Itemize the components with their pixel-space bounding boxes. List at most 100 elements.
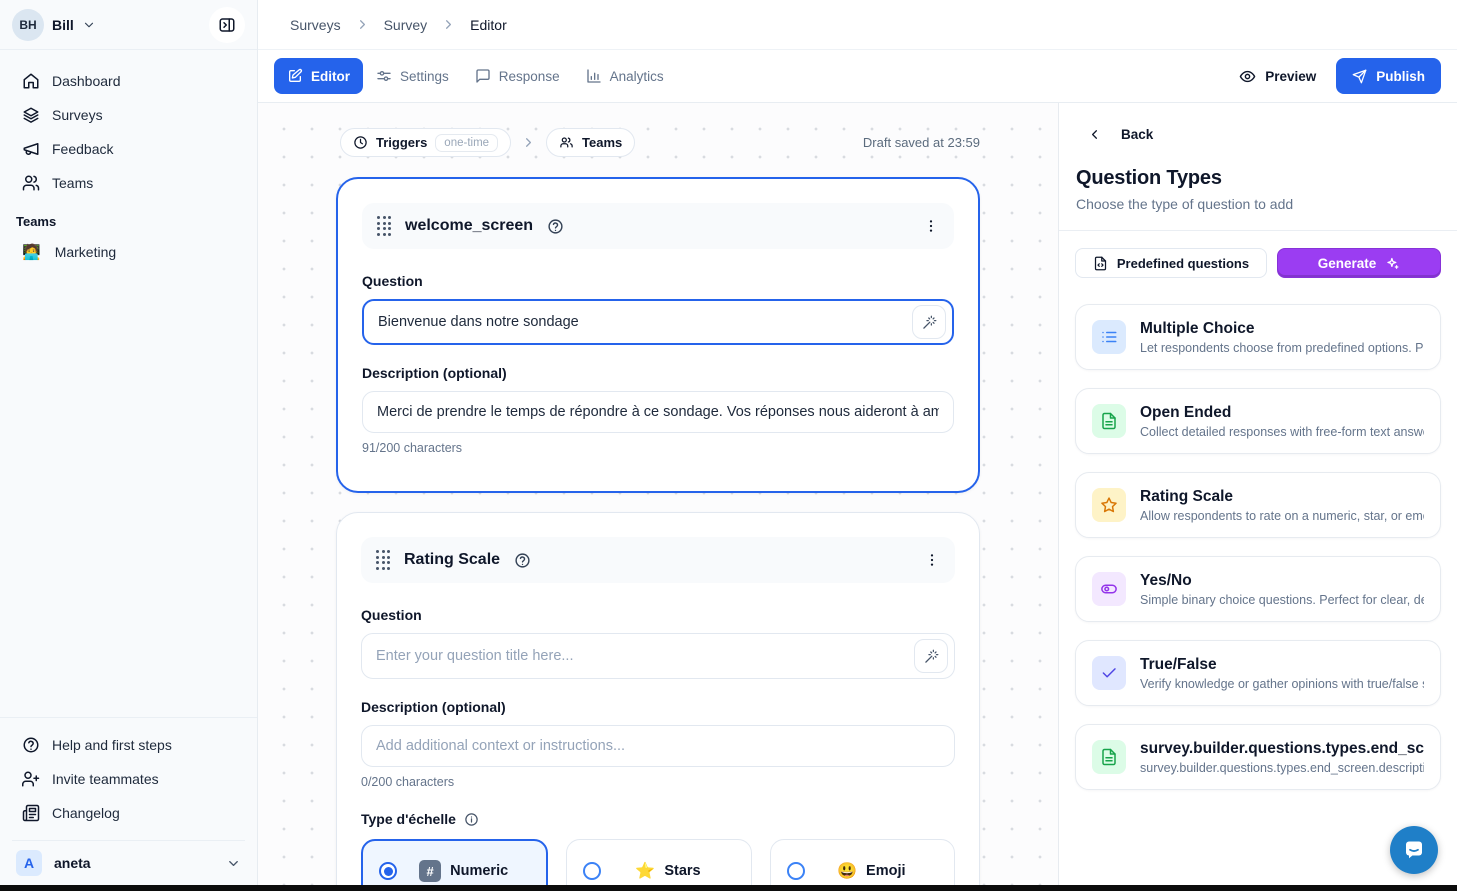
list-icon [1092, 320, 1126, 354]
sidebar-nav: Dashboard Surveys Feedback Teams [0, 50, 257, 200]
teams-pill-label: Teams [582, 135, 622, 150]
tab-editor[interactable]: Editor [274, 58, 363, 94]
back-label: Back [1121, 127, 1153, 142]
sidebar-collapse-button[interactable] [209, 7, 245, 43]
back-button[interactable]: Back [1075, 127, 1441, 142]
type-description: Simple binary choice questions. Perfect … [1140, 593, 1424, 607]
kebab-menu-icon[interactable] [923, 218, 939, 234]
teams-pill[interactable]: Teams [546, 128, 635, 157]
question-label: Question [362, 273, 954, 289]
home-icon [22, 72, 40, 90]
question-input[interactable] [366, 314, 912, 330]
type-description: Let respondents choose from predefined o… [1140, 341, 1424, 355]
draft-status: Draft saved at 23:59 [863, 135, 980, 150]
scale-type-row: Type d'échelle [361, 811, 955, 827]
circle-question-icon[interactable] [514, 552, 531, 569]
file-text-icon [1092, 740, 1126, 774]
sidebar-item-feedback[interactable]: Feedback [12, 132, 245, 166]
technologist-emoji-icon: 🧑‍💻 [22, 243, 41, 261]
avatar[interactable]: BH [12, 9, 44, 41]
preview-button[interactable]: Preview [1239, 68, 1316, 85]
sidebar-item-changelog[interactable]: Changelog [12, 796, 245, 830]
sparkles-icon [1385, 256, 1400, 271]
user-plus-icon [22, 770, 40, 788]
tab-response[interactable]: Response [462, 58, 573, 94]
type-title: True/False [1140, 656, 1424, 674]
publish-button[interactable]: Publish [1336, 58, 1441, 94]
question-input-wrap [362, 299, 954, 345]
question-input[interactable] [364, 648, 914, 664]
type-description: Allow respondents to rate on a numeric, … [1140, 509, 1424, 523]
description-input[interactable] [363, 404, 953, 420]
sidebar-item-teams[interactable]: Teams [12, 166, 245, 200]
type-card-end-screen[interactable]: survey.builder.questions.types.end_scr..… [1075, 724, 1441, 790]
sidebar-item-dashboard[interactable]: Dashboard [12, 64, 245, 98]
scale-type-label: Type d'échelle [361, 811, 456, 827]
chevron-down-icon [82, 18, 96, 32]
radio-icon[interactable] [583, 862, 601, 880]
radio-icon[interactable] [787, 862, 805, 880]
sidebar-item-marketing[interactable]: 🧑‍💻 Marketing [0, 235, 257, 269]
card-header: Rating Scale [361, 537, 955, 583]
wand-icon [924, 649, 939, 664]
chat-launcher-button[interactable] [1390, 826, 1438, 874]
teams-section-label: Teams [0, 200, 257, 235]
preview-label: Preview [1265, 69, 1316, 84]
magic-wand-button[interactable] [912, 305, 946, 339]
scale-options: # Numeric ⭐ Stars 😃 Emoji [361, 839, 955, 885]
breadcrumb-surveys[interactable]: Surveys [290, 17, 341, 33]
triggers-pill[interactable]: Triggers one-time [340, 128, 511, 157]
scale-option-stars[interactable]: ⭐ Stars [566, 839, 751, 885]
breadcrumb-survey[interactable]: Survey [384, 17, 428, 33]
type-card-yes-no[interactable]: Yes/No Simple binary choice questions. P… [1075, 556, 1441, 622]
sidebar-item-invite[interactable]: Invite teammates [12, 762, 245, 796]
generate-button[interactable]: Generate [1277, 248, 1441, 278]
question-type-list: Multiple Choice Let respondents choose f… [1075, 304, 1441, 790]
toggle-icon [1092, 572, 1126, 606]
account-name[interactable]: Bill [52, 17, 74, 33]
card-title: welcome_screen [405, 217, 533, 235]
tab-analytics[interactable]: Analytics [573, 58, 677, 94]
radio-selected-icon[interactable] [379, 862, 397, 880]
megaphone-icon [22, 140, 40, 158]
description-input[interactable] [362, 738, 954, 754]
question-card-welcome-screen[interactable]: welcome_screen Question Description (opt… [336, 177, 980, 493]
newspaper-icon [22, 804, 40, 822]
panel-title: Question Types [1075, 167, 1441, 190]
workspace-switcher[interactable]: A aneta [12, 840, 245, 885]
tab-settings[interactable]: Settings [363, 58, 462, 94]
wand-icon [922, 315, 937, 330]
kebab-menu-icon[interactable] [924, 552, 940, 568]
circle-question-icon[interactable] [547, 218, 564, 235]
type-title: Open Ended [1140, 404, 1424, 422]
scale-option-emoji[interactable]: 😃 Emoji [770, 839, 955, 885]
card-header: welcome_screen [362, 203, 954, 249]
type-card-open-ended[interactable]: Open Ended Collect detailed responses wi… [1075, 388, 1441, 454]
magic-wand-button[interactable] [914, 639, 948, 673]
type-description: Collect detailed responses with free-for… [1140, 425, 1424, 439]
predefined-questions-button[interactable]: Predefined questions [1075, 248, 1267, 278]
sidebar-item-surveys[interactable]: Surveys [12, 98, 245, 132]
users-icon [22, 174, 40, 192]
type-card-true-false[interactable]: True/False Verify knowledge or gather op… [1075, 640, 1441, 706]
sidebar-item-label: Surveys [52, 107, 103, 123]
sidebar-item-label: Changelog [52, 805, 120, 821]
message-square-icon [475, 68, 491, 84]
drag-handle-icon[interactable] [376, 550, 390, 570]
type-title: Rating Scale [1140, 488, 1424, 506]
eye-icon [1239, 68, 1256, 85]
type-card-rating-scale[interactable]: Rating Scale Allow respondents to rate o… [1075, 472, 1441, 538]
sidebar-item-label: Feedback [52, 141, 113, 157]
canvas-header: Triggers one-time Teams Draft saved at 2… [340, 128, 980, 157]
scale-option-numeric[interactable]: # Numeric [361, 839, 548, 885]
type-card-multiple-choice[interactable]: Multiple Choice Let respondents choose f… [1075, 304, 1441, 370]
sidebar-item-help[interactable]: Help and first steps [12, 728, 245, 762]
panel-subtitle: Choose the type of question to add [1075, 196, 1441, 212]
smiley-emoji-icon: 😃 [837, 861, 857, 881]
info-icon[interactable] [464, 812, 479, 827]
sidebar-item-label: Help and first steps [52, 737, 172, 753]
question-card-rating-scale[interactable]: Rating Scale Question Description (optio… [336, 512, 980, 885]
drag-handle-icon[interactable] [377, 216, 391, 236]
tab-label: Editor [311, 69, 350, 84]
char-count: 0/200 characters [361, 775, 955, 789]
